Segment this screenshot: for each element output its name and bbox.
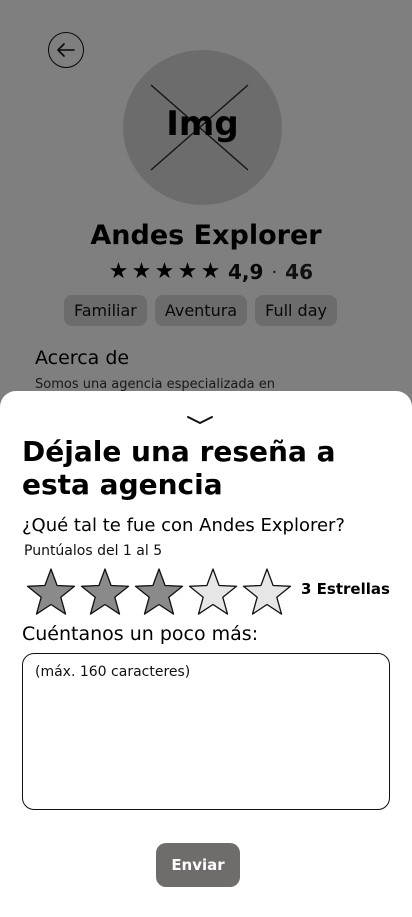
star-2-icon[interactable] (78, 567, 132, 617)
star-rating-picker[interactable] (24, 567, 294, 617)
rating-hint: Puntúalos del 1 al 5 (24, 543, 163, 559)
submit-review-button[interactable]: Enviar (156, 843, 240, 887)
star-3-icon[interactable] (132, 567, 186, 617)
review-question: ¿Qué tal te fue con Andes Explorer? (22, 515, 345, 536)
collapse-sheet-button[interactable] (186, 411, 214, 430)
star-5-icon[interactable] (240, 567, 294, 617)
star-1-icon[interactable] (24, 567, 78, 617)
chevron-down-icon (187, 416, 213, 424)
comment-field[interactable] (22, 653, 390, 810)
selected-stars-label: 3 Estrellas (301, 580, 390, 598)
star-4-icon[interactable] (186, 567, 240, 617)
review-bottom-sheet: Déjale una reseña a esta agencia ¿Qué ta… (0, 391, 412, 917)
comment-label: Cuéntanos un poco más: (22, 623, 259, 645)
sheet-title: Déjale una reseña a esta agencia (22, 435, 336, 501)
